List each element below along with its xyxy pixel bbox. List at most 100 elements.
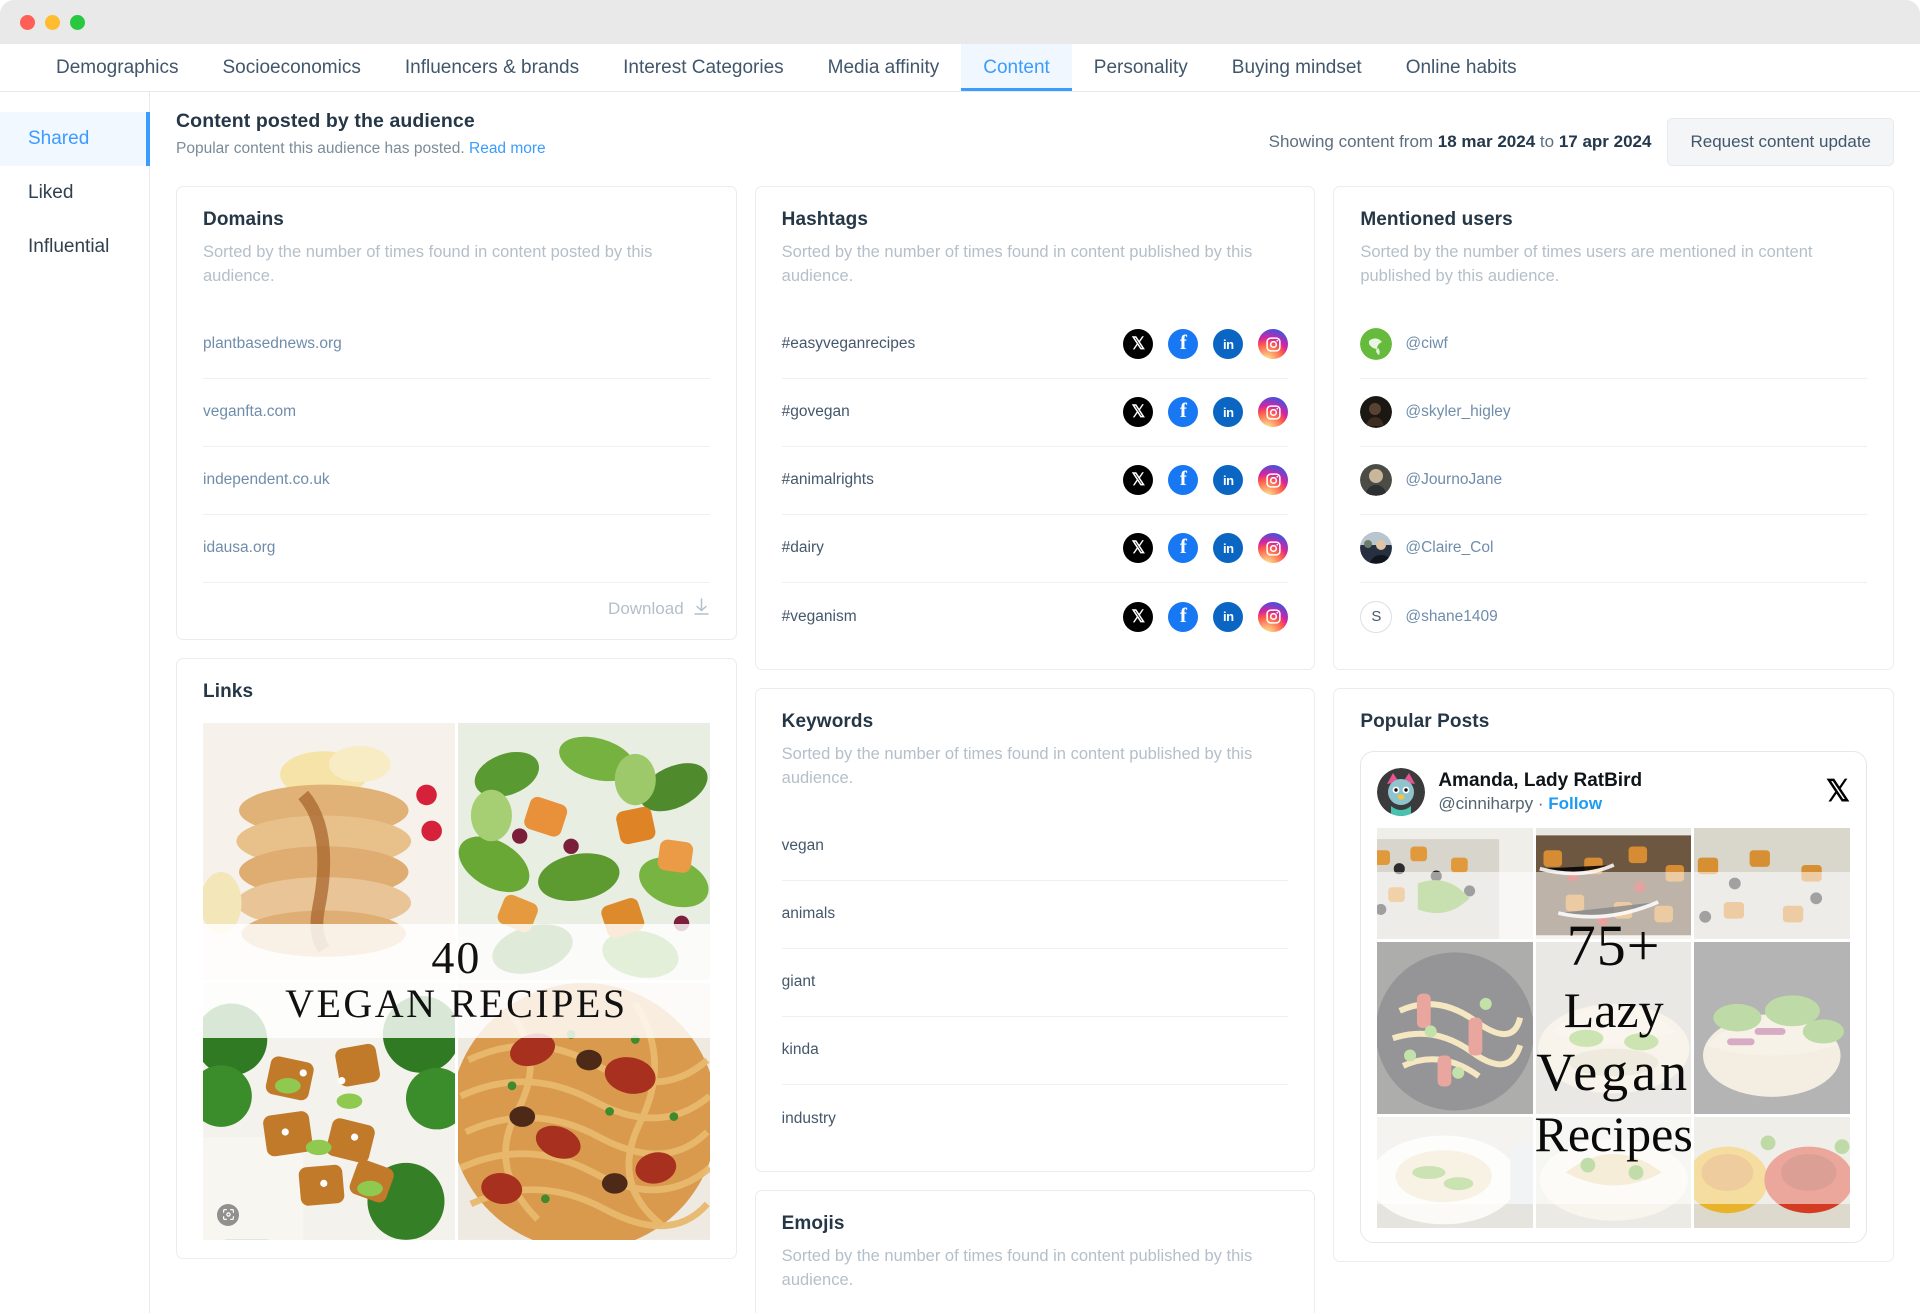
mentioned-user-handle[interactable]: @skyler_higley bbox=[1405, 403, 1510, 421]
mentioned-user-handle[interactable]: @JournoJane bbox=[1405, 471, 1502, 489]
tab-influencers-brands[interactable]: Influencers & brands bbox=[383, 44, 601, 91]
x-icon[interactable]: 𝕏 bbox=[1123, 329, 1154, 360]
list-item[interactable]: industry bbox=[782, 1085, 1289, 1153]
linkedin-icon[interactable]: in bbox=[1213, 533, 1244, 564]
instagram-icon[interactable] bbox=[1258, 465, 1289, 496]
linkedin-icon[interactable]: in bbox=[1213, 329, 1244, 360]
domain-link[interactable]: plantbasednews.org bbox=[203, 335, 342, 353]
app-window: Demographics Socioeconomics Influencers … bbox=[0, 0, 1920, 1314]
content-header: Content posted by the audience Popular c… bbox=[176, 110, 1894, 166]
keywords-card-title: Keywords bbox=[781, 710, 874, 732]
instagram-icon[interactable] bbox=[1258, 601, 1289, 632]
list-item[interactable]: plantbasednews.org bbox=[203, 311, 710, 379]
list-item[interactable]: @skyler_higley bbox=[1360, 379, 1867, 447]
keyword-label: kinda bbox=[781, 1041, 819, 1059]
post-image-collage[interactable]: 75+ Lazy Vegan Recipes bbox=[1377, 827, 1850, 1228]
page-subtitle: Popular content this audience has posted… bbox=[176, 140, 546, 158]
list-item[interactable]: giant bbox=[781, 949, 1289, 1017]
tab-socioeconomics[interactable]: Socioeconomics bbox=[201, 44, 383, 91]
tab-demographics[interactable]: Demographics bbox=[34, 44, 201, 91]
post-tile-1 bbox=[1377, 827, 1533, 939]
facebook-icon[interactable]: f bbox=[1168, 397, 1199, 428]
linkedin-icon[interactable]: in bbox=[1213, 601, 1244, 632]
list-item[interactable]: @ciwf bbox=[1360, 311, 1867, 379]
post-handle-text: @cinniharpy bbox=[1438, 793, 1534, 813]
page-body: Shared Liked Influential Content posted … bbox=[0, 92, 1920, 1313]
list-item[interactable]: veganfta.com bbox=[203, 379, 710, 447]
close-window-icon[interactable] bbox=[20, 14, 35, 30]
keyword-label: industry bbox=[781, 1109, 836, 1127]
avatar bbox=[1360, 532, 1393, 565]
hashtag-label[interactable]: #easyveganrecipes bbox=[782, 335, 916, 353]
avatar bbox=[1360, 464, 1393, 497]
hashtag-label[interactable]: #veganism bbox=[782, 608, 857, 626]
x-icon[interactable]: 𝕏 bbox=[1123, 465, 1154, 496]
post-tile-8 bbox=[1535, 1116, 1692, 1228]
tab-buying-mindset[interactable]: Buying mindset bbox=[1210, 44, 1384, 91]
tab-content[interactable]: Content bbox=[961, 44, 1072, 91]
x-icon[interactable]: 𝕏 bbox=[1123, 601, 1154, 632]
mentioned-user-handle[interactable]: @ciwf bbox=[1405, 335, 1447, 353]
emojis-card-description: Sorted by the number of times found in c… bbox=[781, 1246, 1253, 1289]
popular-post[interactable]: Amanda, Lady RatBird @cinniharpy · Follo… bbox=[1360, 750, 1867, 1243]
instagram-icon[interactable] bbox=[1258, 329, 1289, 360]
domains-card: Domains Sorted by the number of times fo… bbox=[176, 186, 737, 640]
date-range-mid: to bbox=[1539, 132, 1555, 151]
domain-link[interactable]: idausa.org bbox=[203, 539, 275, 557]
facebook-icon[interactable]: f bbox=[1168, 465, 1199, 496]
hashtag-label[interactable]: #govegan bbox=[782, 403, 850, 421]
list-item[interactable]: @Claire_Col bbox=[1360, 515, 1867, 583]
minimize-window-icon[interactable] bbox=[45, 14, 60, 30]
post-tile-6 bbox=[1694, 941, 1850, 1114]
tab-media-affinity[interactable]: Media affinity bbox=[806, 44, 962, 91]
list-item[interactable]: independent.co.uk bbox=[203, 447, 710, 515]
download-button[interactable]: Download bbox=[203, 597, 710, 621]
list-item: #govegan 𝕏 f in bbox=[781, 379, 1289, 447]
sidebar-item-influential[interactable]: Influential bbox=[0, 220, 149, 274]
sidebar-item-liked[interactable]: Liked bbox=[0, 166, 149, 220]
x-icon[interactable]: 𝕏 bbox=[1123, 533, 1154, 564]
list-item[interactable]: vegan bbox=[781, 813, 1289, 881]
list-item: #dairy 𝕏 f in bbox=[781, 515, 1289, 583]
tab-interest-categories[interactable]: Interest Categories bbox=[601, 44, 806, 91]
maximize-window-icon[interactable] bbox=[70, 14, 85, 30]
linkedin-icon[interactable]: in bbox=[1213, 397, 1244, 428]
x-icon[interactable]: 𝕏 bbox=[1123, 397, 1154, 428]
tab-online-habits[interactable]: Online habits bbox=[1384, 44, 1539, 91]
hashtag-label[interactable]: #animalrights bbox=[782, 471, 874, 489]
facebook-icon[interactable]: f bbox=[1168, 601, 1199, 632]
collage-tile-salad bbox=[457, 722, 710, 980]
list-item[interactable]: @JournoJane bbox=[1360, 447, 1867, 515]
domain-link[interactable]: veganfta.com bbox=[203, 403, 296, 421]
hashtag-label[interactable]: #dairy bbox=[782, 539, 824, 557]
grid-column-2: Hashtags Sorted by the number of times f… bbox=[754, 186, 1316, 1313]
list-item: #animalrights 𝕏 f in bbox=[781, 447, 1289, 515]
instagram-icon[interactable] bbox=[1258, 533, 1289, 564]
list-item: #easyveganrecipes 𝕏 f in bbox=[781, 311, 1289, 379]
lens-icon[interactable] bbox=[217, 1203, 239, 1226]
links-image-collage[interactable]: 40 VEGAN RECIPES bbox=[203, 722, 710, 1240]
network-icons: 𝕏 f in bbox=[1123, 329, 1289, 360]
sidebar-item-shared[interactable]: Shared bbox=[0, 112, 150, 166]
window-titlebar bbox=[0, 0, 1920, 44]
keyword-label: animals bbox=[781, 905, 836, 923]
mentioned-user-handle[interactable]: @shane1409 bbox=[1405, 608, 1497, 626]
list-item[interactable]: S @shane1409 bbox=[1360, 583, 1867, 651]
domain-link[interactable]: independent.co.uk bbox=[203, 471, 330, 489]
request-content-update-button[interactable]: Request content update bbox=[1667, 118, 1894, 166]
tab-personality[interactable]: Personality bbox=[1072, 44, 1210, 91]
follow-button[interactable]: Follow bbox=[1548, 794, 1602, 813]
facebook-icon[interactable]: f bbox=[1168, 329, 1199, 360]
list-item[interactable]: kinda bbox=[781, 1017, 1289, 1085]
content-sidebar: Shared Liked Influential bbox=[0, 92, 150, 1313]
mentioned-users-card-title: Mentioned users bbox=[1360, 209, 1513, 230]
facebook-icon[interactable]: f bbox=[1168, 533, 1199, 564]
instagram-icon[interactable] bbox=[1258, 397, 1289, 428]
read-more-link[interactable]: Read more bbox=[469, 140, 546, 157]
x-icon[interactable]: 𝕏 bbox=[1826, 774, 1850, 809]
mentioned-user-handle[interactable]: @Claire_Col bbox=[1405, 539, 1493, 557]
emojis-card: Emojis Sorted by the number of times fou… bbox=[754, 1189, 1316, 1313]
linkedin-icon[interactable]: in bbox=[1213, 465, 1244, 496]
list-item[interactable]: animals bbox=[781, 881, 1289, 949]
list-item[interactable]: idausa.org bbox=[203, 515, 710, 583]
